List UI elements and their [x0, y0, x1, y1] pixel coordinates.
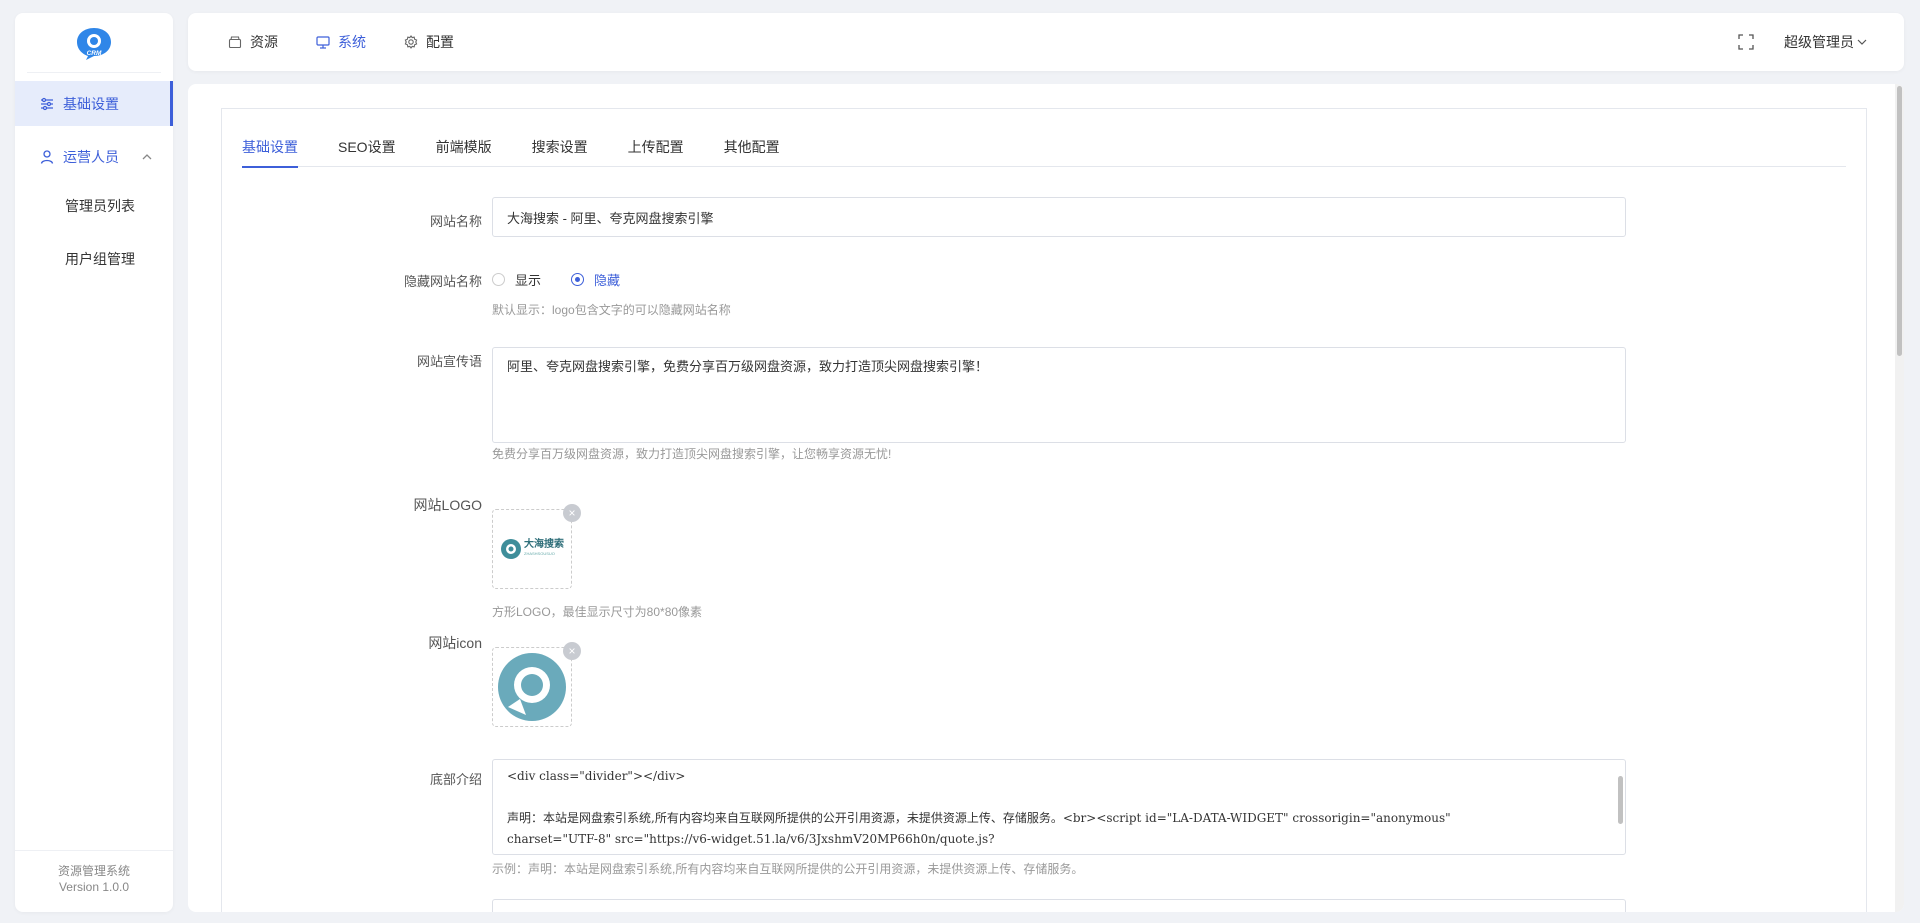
logo-text-block: 大海搜索 ZHASHSOUSUO	[524, 540, 564, 558]
tab-basic-settings[interactable]: 基础设置	[242, 137, 298, 168]
hide-name-label: 隐藏网站名称	[403, 274, 482, 289]
topbar: 资源 系统 配置 超级管理员	[188, 13, 1904, 71]
logo-subtext: ZHASHSOUSUO	[524, 551, 555, 556]
icon-label: 网站icon	[428, 635, 482, 651]
page-scrollbar-thumb[interactable]	[1897, 86, 1902, 356]
top-tab-system[interactable]: 系统	[316, 32, 366, 52]
site-name-input[interactable]: 大海搜索 - 阿里、夸克网盘搜索引擎	[492, 197, 1626, 237]
radio-label: 隐藏	[594, 273, 621, 288]
footer-intro-hint: 示例：声明：本站是网盘索引系统,所有内容均来自互联网所提供的公开引用资源，未提供…	[492, 862, 1084, 876]
radio-label: 显示	[515, 273, 542, 288]
footer-code-line: 声明：本站是网盘索引系统,所有内容均来自互联网所提供的公开引用资源，未提供资源上…	[507, 811, 1451, 825]
remove-icon-icon[interactable]: ×	[563, 642, 581, 660]
tab-frontend-template[interactable]: 前端模版	[436, 137, 492, 167]
chevron-down-icon	[1857, 39, 1867, 45]
sidebar-item-label: 基础设置	[63, 95, 119, 112]
tab-seo-settings[interactable]: SEO设置	[338, 137, 396, 167]
user-name: 超级管理员	[1784, 34, 1854, 50]
remove-logo-icon[interactable]: ×	[563, 504, 581, 522]
user-icon	[39, 149, 55, 165]
page-scrollbar[interactable]	[1895, 84, 1904, 912]
radio-dot	[492, 273, 505, 286]
settings-panel: 基础设置 SEO设置 前端模版 搜索设置 上传配置 其他配置 网站名称 大海搜索…	[221, 108, 1867, 912]
footer-intro-textarea[interactable]: <div class="divider"></div> 声明：本站是网盘索引系统…	[492, 759, 1626, 855]
tab-other-config[interactable]: 其他配置	[724, 137, 780, 167]
hide-name-hint: 默认显示：logo包含文字的可以隐藏网站名称	[492, 303, 731, 317]
system-name: 资源管理系统	[57, 864, 130, 878]
logo-upload[interactable]: 大海搜索 ZHASHSOUSUO ×	[492, 504, 581, 589]
site-icon-image	[498, 653, 566, 721]
radio-dot	[571, 273, 585, 286]
radio-show[interactable]: 显示	[492, 270, 541, 289]
sidebar-item-label: 运营人员	[63, 148, 119, 165]
sidebar-footer: 资源管理系统 Version 1.0.0	[15, 850, 173, 912]
slogan-label: 网站宣传语	[416, 354, 482, 369]
sidebar-subitem-user-groups[interactable]: 用户组管理	[15, 232, 173, 285]
chevron-up-icon[interactable]	[141, 150, 153, 166]
monitor-icon	[316, 35, 330, 49]
footer-code-blank	[507, 787, 1611, 808]
top-tab-label: 系统	[338, 34, 366, 50]
gear-icon	[404, 35, 418, 49]
logo-text: 大海搜索	[524, 539, 564, 550]
tab-upload-config[interactable]: 上传配置	[628, 137, 684, 167]
sidebar-item-operators[interactable]: 运营人员	[15, 134, 173, 179]
site-name-label: 网站名称	[429, 214, 482, 229]
sidebar-item-basic-settings[interactable]: 基础设置	[15, 81, 173, 126]
sidebar-subitem-admin-list[interactable]: 管理员列表	[15, 179, 173, 232]
logo-image-icon	[501, 539, 521, 559]
top-tab-label: 配置	[426, 34, 454, 50]
logo-hint: 方形LOGO，最佳显示尺寸为80*80像素	[492, 605, 703, 619]
crm-logo-icon: CRM	[77, 27, 111, 60]
hide-name-radio-group: 显示 隐藏	[492, 270, 650, 289]
fullscreen-icon[interactable]	[1738, 34, 1754, 50]
icon-upload[interactable]: ×	[492, 642, 581, 727]
sliders-icon	[39, 96, 55, 112]
logo-label: 网站LOGO	[413, 497, 482, 513]
logo-preview: 大海搜索 ZHASHSOUSUO	[500, 538, 564, 560]
system-version: Version 1.0.0	[58, 880, 130, 894]
topbar-right: 超级管理员	[1738, 32, 1868, 52]
footer-code-line: <div class="divider"></div>	[507, 769, 686, 783]
footer-code-line: charset="UTF-8" src="https://v6-widget.5…	[507, 832, 995, 846]
radio-hide[interactable]: 隐藏	[571, 270, 620, 289]
top-tab-label: 资源	[250, 34, 278, 50]
textarea-scrollbar[interactable]	[1618, 776, 1623, 824]
box-icon	[228, 35, 242, 49]
svg-text:CRM: CRM	[87, 50, 102, 57]
footer-intro-label: 底部介绍	[429, 772, 482, 787]
user-menu[interactable]: 超级管理员	[1784, 32, 1868, 52]
main-content: 基础设置 SEO设置 前端模版 搜索设置 上传配置 其他配置 网站名称 大海搜索…	[188, 84, 1904, 912]
logo-area: CRM	[27, 13, 161, 73]
top-tab-config[interactable]: 配置	[404, 32, 454, 52]
slogan-textarea[interactable]: 阿里、夸克网盘搜索引擎，免费分享百万级网盘资源，致力打造顶尖网盘搜索引擎！	[492, 347, 1626, 443]
slogan-hint: 免费分享百万级网盘资源，致力打造顶尖网盘搜索引擎，让您畅享资源无忧!	[492, 447, 892, 461]
sidebar: CRM 基础设置 运营人员 管理员列表 用户组管理 资源管理系统 Version…	[15, 13, 173, 912]
tab-search-settings[interactable]: 搜索设置	[532, 137, 588, 167]
settings-tabs: 基础设置 SEO设置 前端模版 搜索设置 上传配置 其他配置	[242, 137, 1846, 168]
next-field-input[interactable]	[492, 899, 1626, 912]
top-tab-resources[interactable]: 资源	[228, 32, 278, 52]
